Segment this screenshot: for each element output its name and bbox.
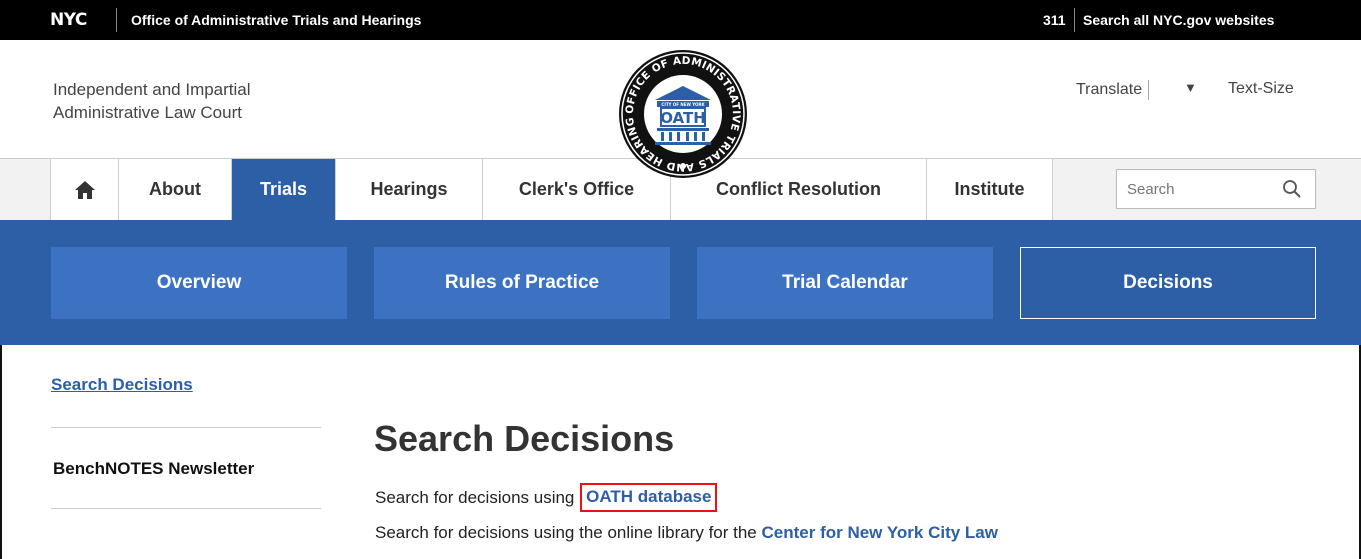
agency-name-link[interactable]: Office of Administrative Trials and Hear…: [131, 12, 421, 28]
search-option-text: Search for decisions using: [375, 488, 575, 507]
sidebar-divider: [51, 427, 321, 428]
nav-hearings[interactable]: Hearings: [336, 159, 483, 220]
sidebar-divider: [51, 508, 321, 509]
sidebar-link-benchnotes[interactable]: BenchNOTES Newsletter: [53, 459, 254, 479]
magnifier-icon[interactable]: [1281, 178, 1303, 200]
topbar-divider: [116, 8, 117, 32]
311-link[interactable]: 311: [1043, 12, 1066, 28]
tagline-line-2: Administrative Law Court: [53, 103, 242, 122]
text-size-button[interactable]: Text-Size: [1228, 80, 1294, 98]
translate-label: Translate: [1076, 81, 1143, 99]
site-search: [1116, 169, 1316, 209]
translate-divider: [1148, 80, 1150, 100]
search-input[interactable]: [1127, 178, 1277, 200]
sidebar-link-search-decisions[interactable]: Search Decisions: [51, 375, 193, 395]
home-icon: [74, 180, 95, 199]
site-header: Independent and Impartial Administrative…: [0, 40, 1361, 178]
oath-seal-logo[interactable]: OFFICE OF ADMINISTRATIVE TRIALS AND HEAR…: [617, 48, 749, 180]
subnav-decisions[interactable]: Decisions: [1020, 247, 1316, 319]
tagline-line-1: Independent and Impartial: [53, 80, 251, 99]
search-option-text: Search for decisions using the online li…: [375, 523, 757, 542]
translate-dropdown-icon[interactable]: ▼: [1184, 80, 1197, 95]
topbar-divider: [1074, 8, 1075, 32]
nyc-logo[interactable]: NYC: [50, 10, 87, 30]
search-all-nyc-link[interactable]: Search all NYC.gov websites: [1083, 12, 1274, 28]
center-nyc-law-link[interactable]: Center for New York City Law: [762, 523, 998, 542]
primary-nav-list: About Trials Hearings Clerk's Office Con…: [50, 159, 1053, 220]
section-subnav: Overview Rules of Practice Trial Calenda…: [0, 220, 1361, 345]
top-bar: NYC Office of Administrative Trials and …: [0, 0, 1361, 40]
nav-home[interactable]: [50, 159, 119, 220]
translate-button[interactable]: Translate: [1076, 80, 1156, 100]
site-tagline: Independent and Impartial Administrative…: [53, 78, 251, 124]
svg-text:CITY OF NEW YORK: CITY OF NEW YORK: [661, 102, 705, 107]
page-title: Search Decisions: [374, 418, 675, 459]
nav-institute[interactable]: Institute: [927, 159, 1053, 220]
subnav-rules-of-practice[interactable]: Rules of Practice: [374, 247, 670, 319]
nav-about[interactable]: About: [119, 159, 232, 220]
subnav-trial-calendar[interactable]: Trial Calendar: [697, 247, 993, 319]
svg-text:OATH: OATH: [660, 109, 706, 127]
oath-database-link[interactable]: OATH database: [580, 483, 718, 512]
search-option-oath: Search for decisions using OATH database: [375, 483, 718, 513]
nav-trials[interactable]: Trials: [232, 159, 336, 220]
subnav-overview[interactable]: Overview: [51, 247, 347, 319]
search-option-library: Search for decisions using the online li…: [375, 523, 998, 543]
